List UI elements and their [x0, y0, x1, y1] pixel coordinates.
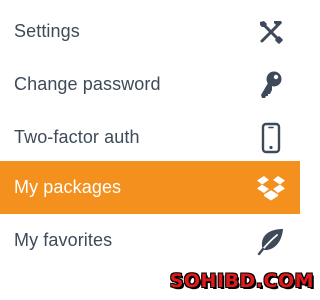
phone-icon	[256, 111, 286, 164]
dropbox-icon	[256, 161, 286, 214]
leaf-icon	[256, 214, 286, 267]
menu-item-change-password[interactable]: Change password	[0, 58, 300, 111]
menu-item-my-favorites[interactable]: My favorites	[0, 214, 300, 267]
menu-item-label: Settings	[14, 21, 80, 41]
tools-icon	[256, 5, 286, 58]
account-menu: Settings Change password Two-factor auth…	[0, 0, 300, 267]
menu-item-my-packages[interactable]: My packages	[0, 161, 300, 214]
menu-item-label: Two-factor auth	[14, 127, 140, 147]
key-icon	[256, 58, 286, 111]
menu-item-two-factor-auth[interactable]: Two-factor auth	[0, 111, 300, 164]
menu-item-label: My favorites	[14, 230, 113, 250]
menu-item-settings[interactable]: Settings	[0, 5, 300, 58]
menu-item-label: Change password	[14, 74, 161, 94]
watermark: SOHIBD.COM	[169, 270, 314, 292]
menu-item-label: My packages	[14, 177, 122, 197]
